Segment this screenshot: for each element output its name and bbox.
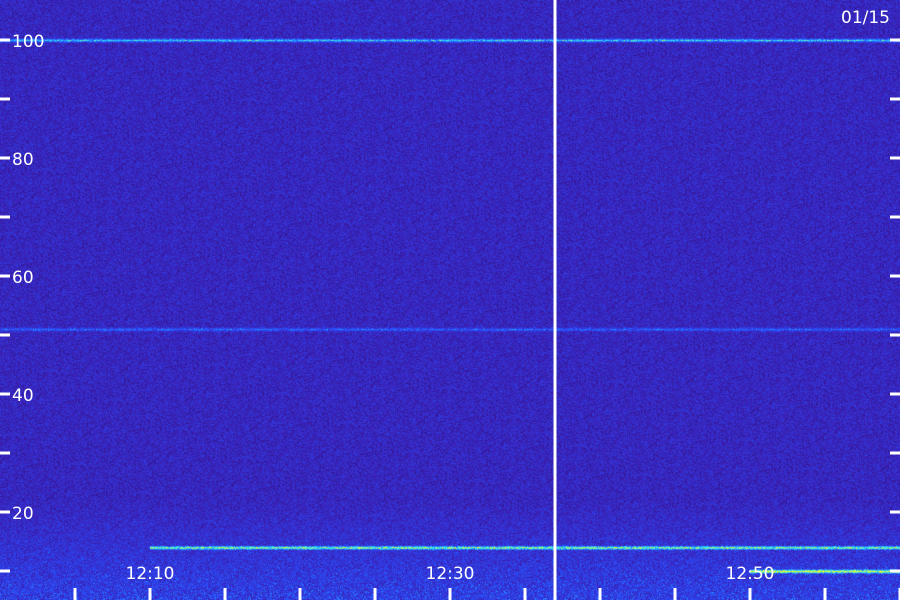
y-tick-label: 80 bbox=[12, 150, 34, 170]
y-tick-left bbox=[0, 156, 10, 160]
y-tick-left bbox=[0, 333, 10, 337]
y-axis-right bbox=[890, 38, 900, 573]
x-tick bbox=[598, 588, 602, 600]
y-tick-left bbox=[0, 392, 10, 396]
y-tick-right bbox=[890, 510, 900, 514]
x-tick bbox=[73, 588, 77, 600]
x-tick bbox=[223, 588, 227, 600]
y-tick-left bbox=[0, 569, 10, 573]
y-tick-right bbox=[890, 451, 900, 455]
y-tick-right bbox=[890, 333, 900, 337]
y-tick-left bbox=[0, 274, 10, 278]
y-tick-left bbox=[0, 215, 10, 219]
y-tick-right bbox=[890, 38, 900, 42]
y-tick-left bbox=[0, 97, 10, 101]
x-tick bbox=[823, 588, 827, 600]
y-tick-left bbox=[0, 451, 10, 455]
time-marker-line bbox=[553, 0, 557, 600]
x-tick bbox=[298, 588, 302, 600]
y-tick-right bbox=[890, 97, 900, 101]
y-tick-right bbox=[890, 274, 900, 278]
x-tick bbox=[673, 588, 677, 600]
y-tick-right bbox=[890, 569, 900, 573]
y-axis-left: 20 40 60 80 100 bbox=[0, 32, 44, 573]
axis-overlay: 20 40 60 80 100 12:10 12:30 12:50 01/15 bbox=[0, 0, 900, 600]
x-tick-label: 12:30 bbox=[426, 564, 475, 584]
y-tick-left bbox=[0, 510, 10, 514]
y-tick-label: 20 bbox=[12, 504, 34, 524]
y-tick-right bbox=[890, 215, 900, 219]
y-tick-label: 40 bbox=[12, 386, 34, 406]
x-tick bbox=[373, 588, 377, 600]
x-tick bbox=[523, 588, 527, 600]
y-tick-right bbox=[890, 156, 900, 160]
x-axis: 12:10 12:30 12:50 bbox=[73, 564, 900, 600]
y-tick-label: 100 bbox=[12, 32, 44, 52]
y-tick-right bbox=[890, 392, 900, 396]
x-tick bbox=[148, 588, 152, 600]
x-tick bbox=[748, 588, 752, 600]
x-tick bbox=[448, 588, 452, 600]
spectrogram-chart: 20 40 60 80 100 12:10 12:30 12:50 01/15 bbox=[0, 0, 900, 600]
x-tick-label: 12:10 bbox=[126, 564, 175, 584]
x-tick-label: 12:50 bbox=[726, 564, 775, 584]
y-tick-left bbox=[0, 38, 10, 42]
time-marker bbox=[553, 0, 557, 600]
date-label: 01/15 bbox=[841, 8, 890, 28]
y-tick-label: 60 bbox=[12, 268, 34, 288]
